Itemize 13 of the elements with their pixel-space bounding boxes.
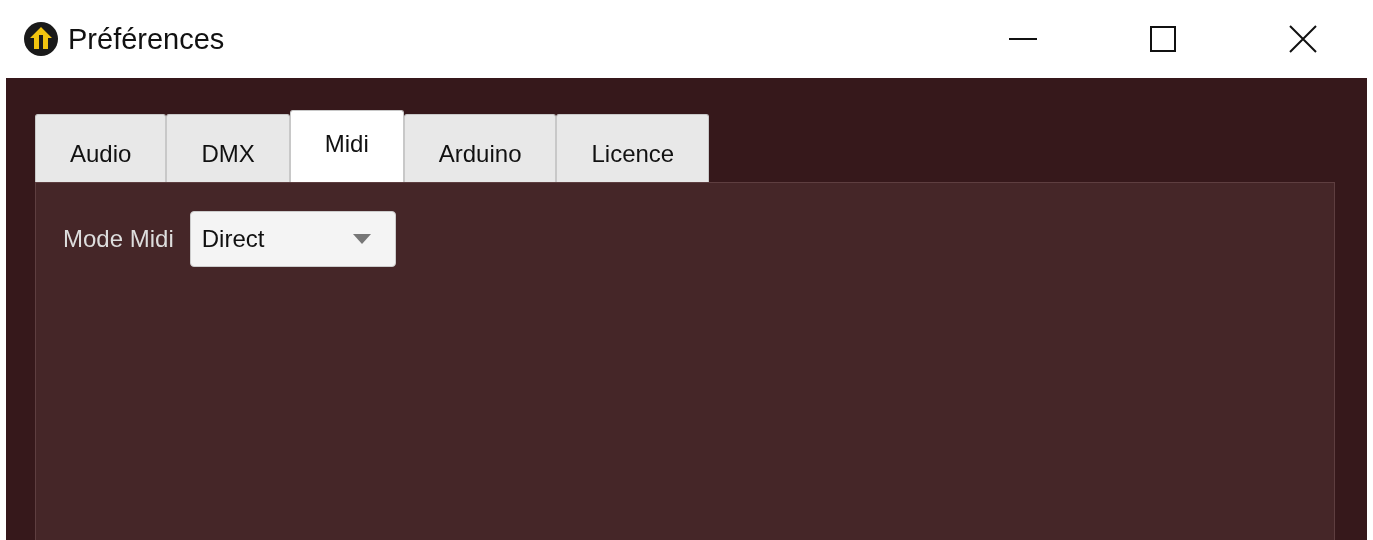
mode-midi-dropdown[interactable]: Direct bbox=[189, 211, 396, 267]
tab[interactable]: Licence bbox=[556, 114, 710, 182]
minimize-icon bbox=[1009, 38, 1037, 40]
tab[interactable]: DMX bbox=[166, 114, 290, 182]
tab[interactable]: Arduino bbox=[403, 114, 557, 182]
caret-icon bbox=[352, 234, 371, 244]
mode-midi-label: Mode Midi bbox=[63, 225, 174, 253]
close-icon bbox=[1289, 25, 1317, 53]
maximize-icon bbox=[1149, 25, 1177, 53]
tab[interactable]: Midi bbox=[289, 110, 404, 182]
house-icon bbox=[24, 22, 58, 56]
window-title: Préférences bbox=[68, 22, 225, 56]
tab[interactable]: Audio bbox=[35, 114, 167, 182]
